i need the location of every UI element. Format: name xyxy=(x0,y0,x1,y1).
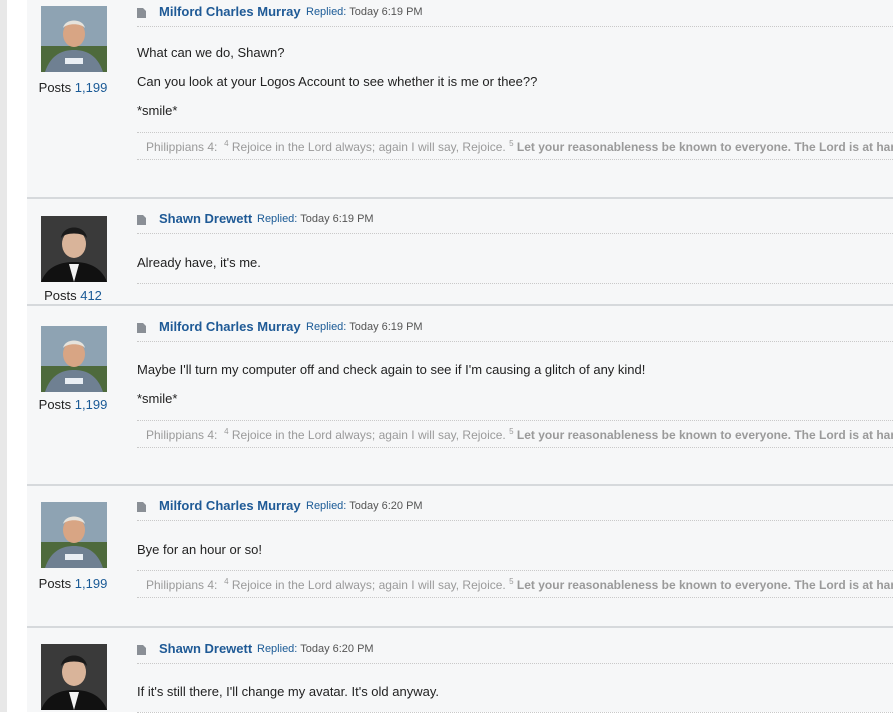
replied-label: Replied: xyxy=(306,321,347,333)
post-text-line: *smile* xyxy=(137,391,178,406)
posts-count: Posts 1,199 xyxy=(38,576,108,591)
signature: Philippians 4: 4 Rejoice in the Lord alw… xyxy=(137,420,893,448)
post-text-line: If it's still there, I'll change my avat… xyxy=(137,684,439,699)
posts-count-link[interactable]: 412 xyxy=(80,288,102,303)
post-text-line: Already have, it's me. xyxy=(137,255,261,270)
post-page-icon[interactable] xyxy=(137,323,146,333)
reply-time: Today 6:19 PM xyxy=(349,321,423,333)
post: Posts 412 Shawn Drewett Replied: Today 6… xyxy=(27,197,893,306)
posts-count: Posts 1,199 xyxy=(38,80,108,95)
post-text-line: Bye for an hour or so! xyxy=(137,542,263,557)
post-page-icon[interactable] xyxy=(137,502,146,512)
avatar[interactable] xyxy=(41,644,107,710)
avatar-milford-icon xyxy=(41,326,107,392)
post-text-line: *smile* xyxy=(137,103,178,118)
reply-time: Today 6:20 PM xyxy=(300,643,374,655)
replied-label: Replied: xyxy=(257,213,298,225)
signature: Philippians 4: 4 Rejoice in the Lord alw… xyxy=(137,570,893,598)
reply-meta: Replied: Today 6:19 PM xyxy=(306,6,423,18)
avatar-milford-icon xyxy=(41,6,107,72)
avatar-shawn-icon xyxy=(41,644,107,710)
post-header: Milford Charles Murray Replied: Today 6:… xyxy=(137,4,893,27)
post: Shawn Drewett Replied: Today 6:20 PM If … xyxy=(27,626,893,713)
author-name-link[interactable]: Milford Charles Murray xyxy=(159,319,301,334)
replied-label: Replied: xyxy=(306,6,347,18)
avatar[interactable] xyxy=(41,326,107,392)
page-gutter xyxy=(0,0,7,712)
post: Posts 1,199 Milford Charles Murray Repli… xyxy=(27,304,893,486)
post-page-icon[interactable] xyxy=(137,8,146,18)
post-header: Milford Charles Murray Replied: Today 6:… xyxy=(137,498,893,521)
post-header: Milford Charles Murray Replied: Today 6:… xyxy=(137,319,893,342)
post: Posts 1,199 Milford Charles Murray Repli… xyxy=(27,0,893,199)
post-text-line: Can you look at your Logos Account to se… xyxy=(137,74,538,89)
posts-count: Posts 1,199 xyxy=(38,397,108,412)
avatar-milford-icon xyxy=(41,502,107,568)
replied-label: Replied: xyxy=(306,500,347,512)
post-text-line: Maybe I'll turn my computer off and chec… xyxy=(137,362,646,377)
avatar[interactable] xyxy=(41,216,107,282)
posts-count-link[interactable]: 1,199 xyxy=(75,576,108,591)
author-name-link[interactable]: Shawn Drewett xyxy=(159,641,252,656)
post: Posts 1,199 Milford Charles Murray Repli… xyxy=(27,484,893,628)
reply-meta: Replied: Today 6:20 PM xyxy=(257,643,374,655)
post-page-icon[interactable] xyxy=(137,215,146,225)
avatar[interactable] xyxy=(41,502,107,568)
posts-count-link[interactable]: 1,199 xyxy=(75,80,108,95)
posts-count: Posts 412 xyxy=(44,288,102,303)
avatar-shawn-icon xyxy=(41,216,107,282)
replied-label: Replied: xyxy=(257,643,298,655)
reply-meta: Replied: Today 6:19 PM xyxy=(257,213,374,225)
post-text-line: What can we do, Shawn? xyxy=(137,45,285,60)
author-name-link[interactable]: Shawn Drewett xyxy=(159,211,252,226)
reply-time: Today 6:19 PM xyxy=(349,6,423,18)
reply-meta: Replied: Today 6:20 PM xyxy=(306,500,423,512)
posts-count-link[interactable]: 1,199 xyxy=(75,397,108,412)
post-page-icon[interactable] xyxy=(137,645,146,655)
avatar[interactable] xyxy=(41,6,107,72)
post-header: Shawn Drewett Replied: Today 6:19 PM xyxy=(137,211,893,234)
post-header: Shawn Drewett Replied: Today 6:20 PM xyxy=(137,641,893,664)
post-divider xyxy=(137,283,893,284)
thread-list: Posts 1,199 Milford Charles Murray Repli… xyxy=(27,0,893,713)
signature: Philippians 4: 4 Rejoice in the Lord alw… xyxy=(137,132,893,160)
reply-time: Today 6:19 PM xyxy=(300,213,374,225)
author-name-link[interactable]: Milford Charles Murray xyxy=(159,498,301,513)
reply-time: Today 6:20 PM xyxy=(349,500,423,512)
author-name-link[interactable]: Milford Charles Murray xyxy=(159,4,301,19)
reply-meta: Replied: Today 6:19 PM xyxy=(306,321,423,333)
